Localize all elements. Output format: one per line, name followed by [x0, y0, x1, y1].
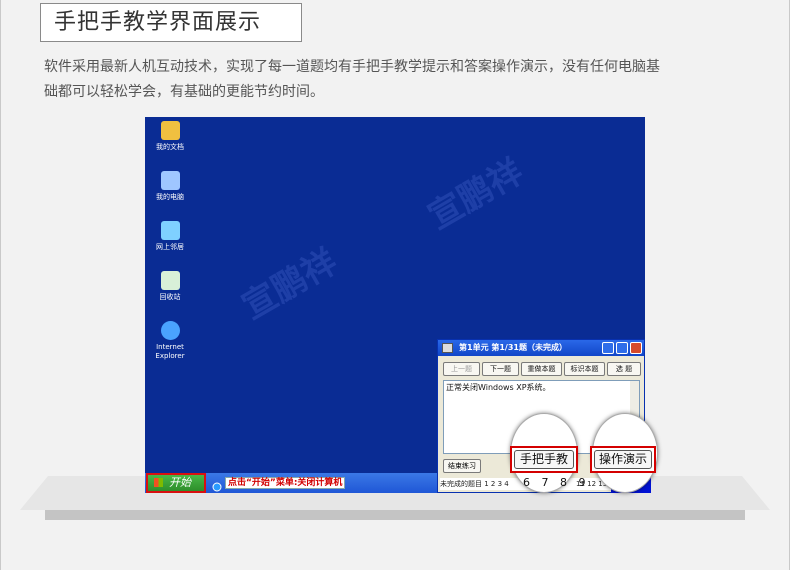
hint-icon-svg — [212, 482, 222, 492]
watermark-text: 宣鹏祥 — [235, 241, 344, 328]
select-question-button[interactable]: 选 题 — [607, 362, 641, 376]
hint-icon — [212, 477, 222, 492]
end-practice-button[interactable]: 结束练习 — [443, 459, 481, 473]
mark-question-button[interactable]: 标识本题 — [564, 362, 605, 376]
display-stage-front — [45, 510, 745, 520]
minimize-button[interactable] — [602, 342, 614, 354]
pencil-icon — [442, 343, 453, 353]
section-title: 手把手教学界面展示 — [40, 3, 302, 42]
unfinished-questions-label: 未完成的题目 1 2 3 4 — [440, 480, 509, 488]
desktop-icon-label: Internet Explorer — [155, 343, 185, 360]
recycle-bin-icon — [160, 271, 180, 290]
ie-icon — [160, 321, 180, 340]
watermark-text: 宣鹏祥 — [421, 151, 530, 238]
close-button[interactable] — [630, 342, 642, 354]
desktop-icon-network[interactable]: 网上邻居 — [151, 221, 189, 252]
demo-button[interactable]: 操作演示 — [590, 446, 656, 473]
network-places-icon — [160, 221, 180, 240]
description-line-1: 软件采用最新人机互动技术，实现了每一道题均有手把手教学提示和答案操作演示，没有任… — [44, 59, 660, 75]
question-text: 正常关闭Windows XP系统。 — [446, 383, 551, 392]
maximize-button[interactable] — [616, 342, 628, 354]
my-computer-icon — [160, 171, 180, 190]
desktop-icon-recycle-bin[interactable]: 回收站 — [151, 271, 189, 302]
desktop-icon-label: 回收站 — [159, 293, 181, 301]
magnified-question-numbers: 6 7 8 9 — [523, 476, 590, 489]
hand-teach-label: 手把手教 — [514, 450, 574, 469]
prev-question-button[interactable]: 上一题 — [443, 362, 480, 376]
demo-label: 操作演示 — [594, 450, 652, 469]
hand-teach-button[interactable]: 手把手教 — [510, 446, 578, 473]
description-line-2: 础都可以轻松学会，有基础的更能节约时间。 — [44, 84, 324, 100]
desktop-icon-label: 我的电脑 — [156, 193, 184, 201]
next-question-button[interactable]: 下一题 — [482, 362, 519, 376]
my-documents-icon — [160, 121, 180, 140]
desktop-icon-label: 网上邻居 — [156, 243, 184, 251]
desktop-icon-my-documents[interactable]: 我的文档 — [151, 121, 189, 152]
section-description: 软件采用最新人机互动技术，实现了每一道题均有手把手教学提示和答案操作演示，没有任… — [44, 55, 756, 105]
start-label: 开始 — [169, 476, 191, 489]
desktop-icon-label: 我的文档 — [156, 143, 184, 151]
practice-window-titlebar: 第1单元 第1/31题（未完成） — [438, 340, 644, 356]
windows-logo-icon — [154, 478, 163, 487]
desktop-icon-ie[interactable]: Internet Explorer — [151, 321, 189, 361]
redo-question-button[interactable]: 重做本题 — [521, 362, 562, 376]
desktop-icon-my-computer[interactable]: 我的电脑 — [151, 171, 189, 202]
start-button[interactable]: 开始 — [146, 473, 206, 493]
practice-window-title: 第1单元 第1/31题（未完成） — [459, 343, 567, 352]
task-hint: 点击“开始”菜单:关闭计算机 — [225, 477, 346, 489]
